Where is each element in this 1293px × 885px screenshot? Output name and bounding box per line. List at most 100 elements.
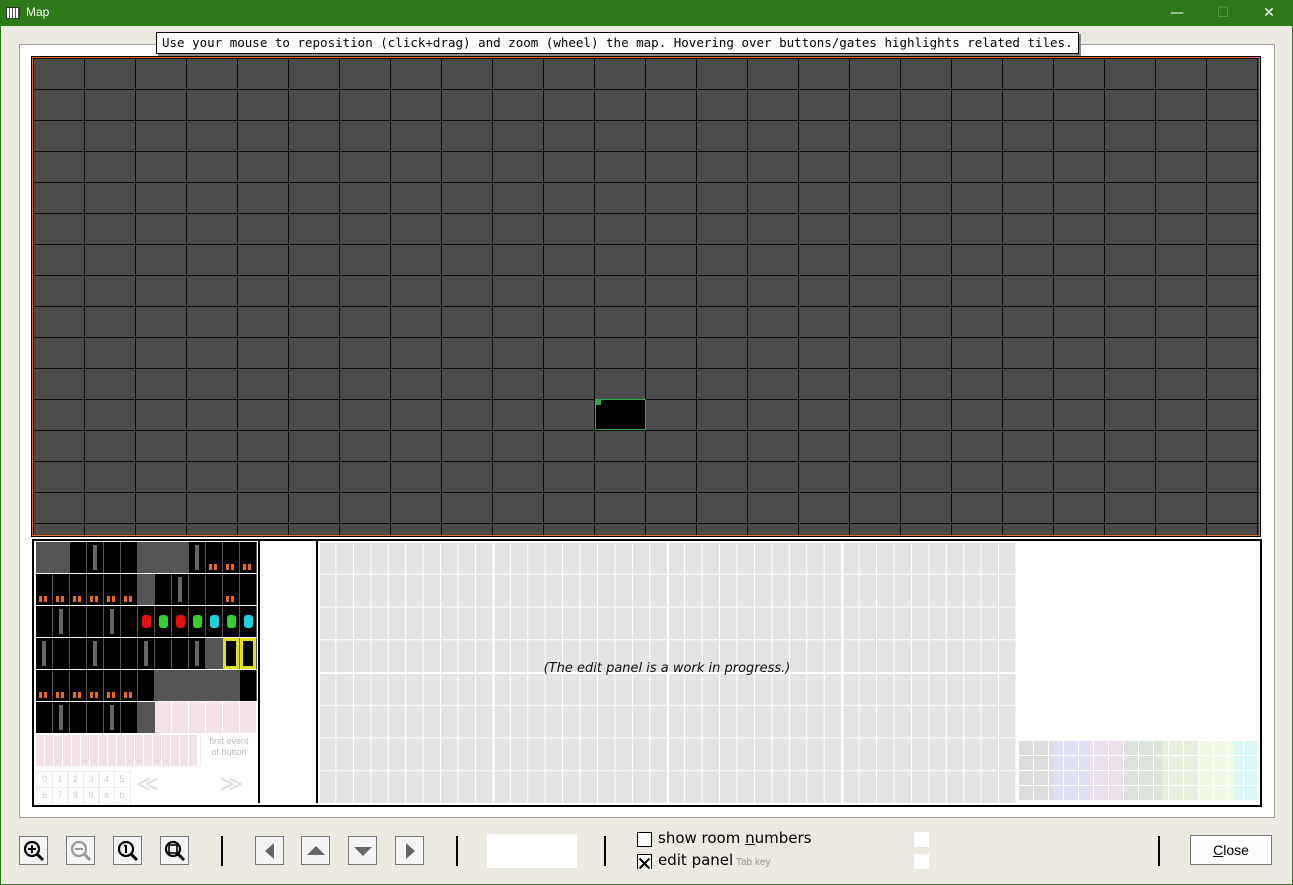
zoom-fit-button[interactable] (160, 836, 189, 865)
palette-tile[interactable] (172, 606, 189, 637)
palette-tile[interactable] (53, 702, 70, 733)
number-cell[interactable]: 5 (113, 771, 131, 788)
palette-tile[interactable] (206, 670, 223, 701)
palette-tile[interactable] (189, 702, 206, 733)
palette-prev-arrows[interactable]: ≪ (136, 772, 159, 797)
palette-tile[interactable] (240, 702, 257, 733)
palette-tile[interactable] (172, 638, 189, 669)
palette-tile[interactable] (138, 574, 155, 605)
color-palette[interactable] (1018, 740, 1258, 801)
palette-tile[interactable] (189, 542, 206, 573)
palette-tile[interactable] (87, 606, 104, 637)
palette-next-arrows[interactable]: ≫ (220, 772, 243, 797)
number-cell[interactable]: a (98, 786, 115, 804)
room-number-input[interactable] (487, 834, 577, 868)
palette-tile[interactable] (70, 542, 87, 573)
palette-tile[interactable] (121, 670, 138, 701)
palette-tile[interactable] (70, 670, 87, 701)
palette-tile[interactable] (87, 574, 104, 605)
palette-tile[interactable] (36, 542, 53, 573)
palette-tile[interactable] (206, 638, 223, 669)
palette-tile[interactable] (155, 542, 172, 573)
show-room-numbers-checkbox[interactable] (637, 832, 652, 847)
palette-tile[interactable] (223, 638, 240, 669)
pan-down-button[interactable] (348, 836, 377, 865)
tile-palette[interactable]: first event of button 012345 6789ab ≪ ≫ (34, 541, 260, 804)
close-window-button[interactable]: ✕ (1246, 0, 1292, 26)
close-button[interactable]: Close (1190, 835, 1272, 865)
palette-tile[interactable] (87, 542, 104, 573)
number-cell[interactable]: 9 (82, 786, 100, 804)
option-box[interactable] (914, 854, 929, 869)
palette-tile[interactable] (223, 670, 240, 701)
palette-tile[interactable] (172, 574, 189, 605)
number-cell[interactable]: 1 (51, 771, 69, 788)
palette-tile[interactable] (70, 638, 87, 669)
palette-tile[interactable] (155, 638, 172, 669)
map-canvas[interactable] (31, 56, 1261, 537)
number-cell[interactable]: 3 (82, 771, 100, 788)
palette-tile[interactable] (240, 542, 257, 573)
palette-tile[interactable] (36, 638, 53, 669)
palette-tile[interactable] (172, 670, 189, 701)
palette-tile[interactable] (206, 606, 223, 637)
palette-tile[interactable] (240, 670, 257, 701)
pan-up-button[interactable] (301, 836, 330, 865)
palette-tile[interactable] (104, 574, 121, 605)
palette-tile[interactable] (87, 702, 104, 733)
palette-tile[interactable] (138, 606, 155, 637)
palette-tile[interactable] (53, 638, 70, 669)
palette-tile[interactable] (206, 574, 223, 605)
number-cell[interactable]: 7 (51, 786, 69, 804)
number-cell[interactable]: 4 (98, 771, 115, 788)
edit-panel-checkbox[interactable] (637, 854, 652, 870)
palette-tile[interactable] (155, 670, 172, 701)
palette-tile[interactable] (53, 574, 70, 605)
palette-tile[interactable] (172, 542, 189, 573)
pan-left-button[interactable] (255, 836, 284, 865)
palette-tile[interactable] (121, 702, 138, 733)
palette-tile[interactable] (206, 542, 223, 573)
zoom-in-button[interactable] (19, 836, 48, 865)
palette-tile[interactable] (138, 542, 155, 573)
palette-tile[interactable] (104, 702, 121, 733)
palette-tile[interactable] (240, 574, 257, 605)
palette-tile[interactable] (155, 606, 172, 637)
palette-tile[interactable] (138, 702, 155, 733)
palette-tile[interactable] (36, 606, 53, 637)
palette-tile[interactable] (189, 670, 206, 701)
number-cell[interactable]: b (113, 786, 131, 804)
palette-tile[interactable] (87, 670, 104, 701)
palette-tile[interactable] (104, 638, 121, 669)
number-cell[interactable]: 8 (67, 786, 84, 804)
palette-tile[interactable] (70, 606, 87, 637)
palette-tile[interactable] (240, 638, 257, 669)
palette-tile[interactable] (121, 638, 138, 669)
palette-tile[interactable] (223, 702, 240, 733)
palette-tile[interactable] (189, 574, 206, 605)
current-room[interactable] (595, 399, 646, 430)
palette-tile[interactable] (155, 574, 172, 605)
number-cell[interactable]: 2 (67, 771, 84, 788)
palette-tile[interactable] (138, 670, 155, 701)
edit-panel-label[interactable]: edit panel (658, 851, 733, 869)
palette-tile[interactable] (172, 702, 189, 733)
palette-tile[interactable] (121, 606, 138, 637)
palette-tile[interactable] (70, 574, 87, 605)
palette-tile[interactable] (104, 542, 121, 573)
palette-tile[interactable] (104, 670, 121, 701)
palette-tile[interactable] (240, 606, 257, 637)
palette-tile[interactable] (87, 638, 104, 669)
palette-tile[interactable] (36, 574, 53, 605)
maximize-button[interactable]: ☐ (1200, 0, 1246, 26)
palette-tile[interactable] (70, 702, 87, 733)
palette-tile[interactable] (189, 638, 206, 669)
option-box[interactable] (914, 832, 929, 847)
palette-tile[interactable] (206, 702, 223, 733)
pan-right-button[interactable] (395, 836, 424, 865)
number-cell[interactable]: 0 (36, 771, 53, 788)
palette-tile[interactable] (121, 542, 138, 573)
palette-tile[interactable] (155, 702, 172, 733)
room-edit-grid[interactable]: (The edit panel is a work in progress.) (318, 541, 1016, 803)
palette-tile[interactable] (223, 542, 240, 573)
